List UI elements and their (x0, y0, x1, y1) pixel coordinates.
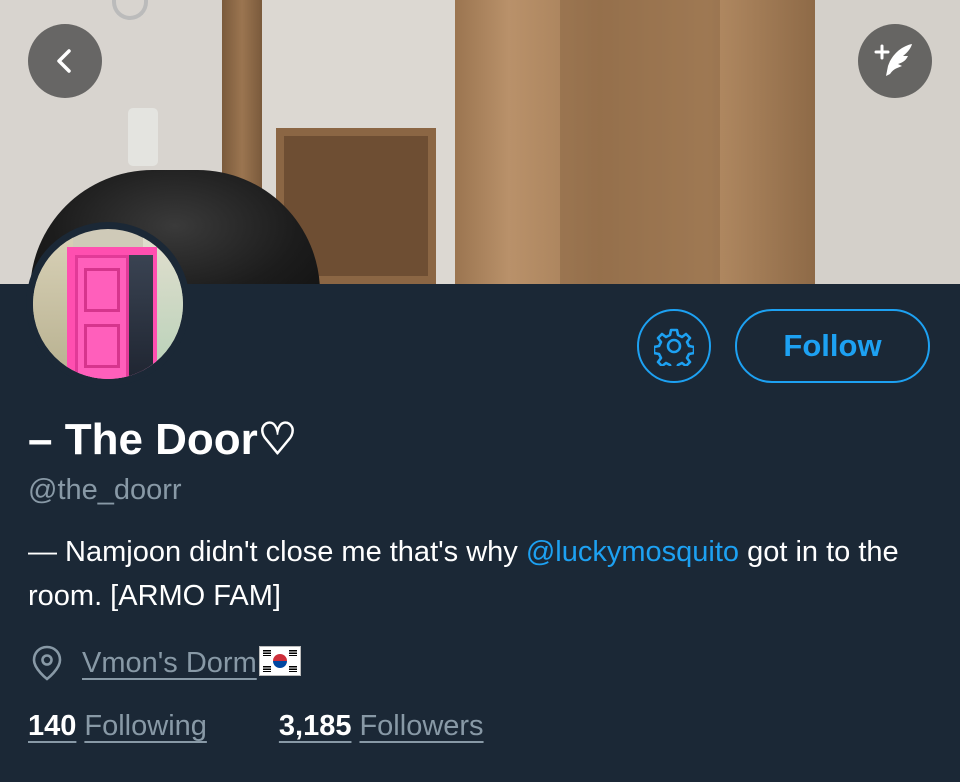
handle: @the_doorr (28, 474, 182, 506)
gear-icon (654, 328, 694, 366)
compose-tweet-button[interactable] (858, 24, 932, 98)
location-label: Vmon's Dorm (82, 647, 257, 679)
chevron-left-icon (57, 49, 71, 73)
avatar[interactable] (26, 222, 190, 386)
following-label: Following (84, 710, 207, 742)
followers-label: Followers (359, 710, 484, 742)
back-button[interactable] (28, 24, 102, 98)
settings-button[interactable] (637, 309, 711, 383)
compose-tweet-icon (874, 44, 912, 76)
location-link[interactable]: Vmon's Dorm (82, 646, 301, 680)
bio-mention-link[interactable]: @luckymosquito (526, 536, 739, 568)
south-korea-flag-icon (258, 646, 301, 676)
followers-count: 3,185 (278, 710, 352, 742)
location[interactable]: Vmon's Dorm (30, 644, 301, 682)
following-count: 140 (28, 710, 77, 742)
follow-button[interactable]: Follow (735, 309, 930, 383)
avatar-image (33, 229, 183, 379)
profile-stats: 140 Following 3,185 Followers (28, 710, 484, 743)
location-pin-icon (32, 645, 62, 681)
bio: — Namjoon didn't close me that's why @lu… (28, 530, 928, 618)
display-name: – The Door♡ (28, 415, 298, 464)
following-link[interactable]: 140 Following (28, 710, 207, 743)
bio-text: — Namjoon didn't close me that's why (28, 536, 526, 568)
followers-link[interactable]: 3,185 Followers (279, 710, 484, 743)
